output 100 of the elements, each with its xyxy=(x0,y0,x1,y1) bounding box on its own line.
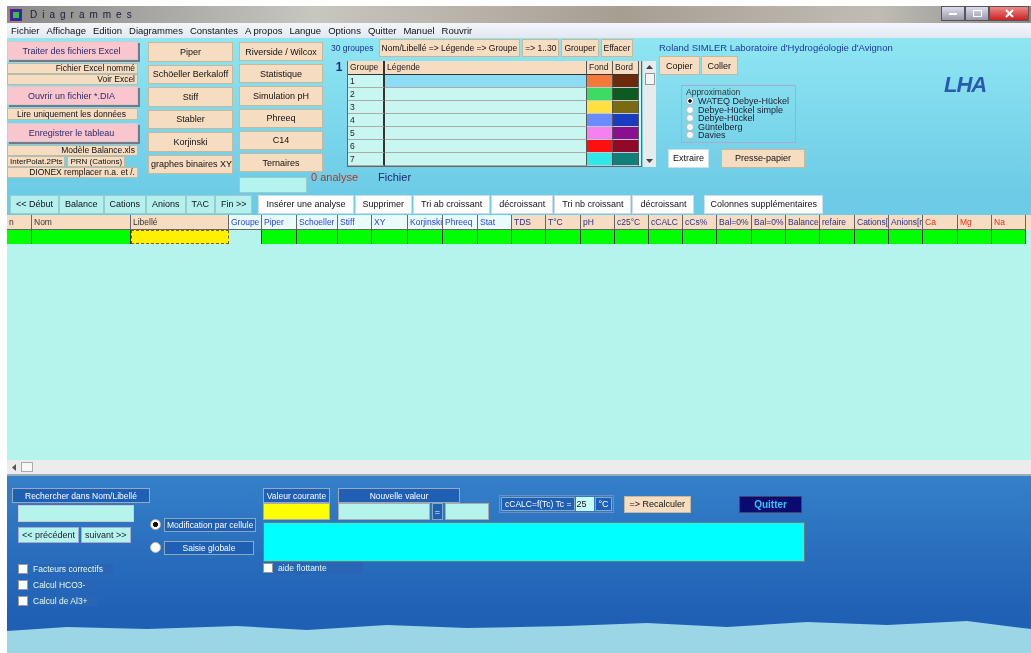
menu-item[interactable]: Quitter xyxy=(367,25,397,36)
color-swatch[interactable] xyxy=(587,114,613,127)
radio-label[interactable]: WATEQ Debye-Hückel xyxy=(698,97,790,106)
color-swatch[interactable] xyxy=(587,140,613,153)
new-value-field[interactable] xyxy=(338,503,430,520)
color-swatch[interactable] xyxy=(587,153,613,166)
table-cell[interactable] xyxy=(443,230,478,244)
diagram-button[interactable]: Stiff xyxy=(148,87,233,107)
color-swatch[interactable] xyxy=(613,127,639,140)
next-button[interactable]: suivant >> xyxy=(81,527,131,543)
file-button[interactable]: Traiter des fichiers Excel xyxy=(7,41,138,60)
color-swatch[interactable] xyxy=(587,127,613,140)
file-button[interactable]: Enregistrer le tableau xyxy=(7,123,138,142)
text-area[interactable] xyxy=(263,522,805,562)
nav-button[interactable]: Balance xyxy=(59,194,104,214)
table-cell[interactable] xyxy=(32,230,131,244)
action-button[interactable]: Supprimer xyxy=(354,194,413,214)
column-header[interactable]: Groupe xyxy=(229,215,262,230)
legend-cell[interactable] xyxy=(385,140,587,153)
table-cell[interactable] xyxy=(683,230,717,244)
recalculate-button[interactable]: => Recalculer xyxy=(623,495,692,513)
maximize-button[interactable] xyxy=(965,6,989,21)
file-button[interactable]: Fichier Excel nommé xyxy=(7,63,138,74)
tool-button[interactable]: Ternaires xyxy=(239,153,323,173)
nav-button[interactable]: Anions xyxy=(146,194,186,214)
file-button[interactable]: Lire uniquement les données xyxy=(7,108,138,120)
tool-button[interactable]: Phreeq xyxy=(239,108,323,128)
table-cell[interactable] xyxy=(958,230,992,244)
diagram-button[interactable]: graphes binaires XY xyxy=(148,154,233,174)
tool-button[interactable]: Statistique xyxy=(239,64,323,84)
close-button[interactable] xyxy=(989,6,1029,21)
table-cell[interactable] xyxy=(262,230,297,244)
color-swatch[interactable] xyxy=(613,153,639,166)
table-cell[interactable] xyxy=(408,230,443,244)
file-button[interactable]: Voir Excel xyxy=(7,74,138,85)
counter-field[interactable] xyxy=(239,177,307,193)
radio-button[interactable] xyxy=(686,131,694,140)
diagram-button[interactable]: Korjinski xyxy=(148,132,233,152)
legend-cell[interactable] xyxy=(385,114,587,127)
action-button[interactable]: Tri nb croissant xyxy=(554,194,632,214)
color-swatch[interactable] xyxy=(613,75,639,88)
group-button[interactable]: Grouper xyxy=(561,39,599,57)
color-swatch[interactable] xyxy=(587,75,613,88)
diagram-button[interactable]: Schöeller Berkaloff xyxy=(148,64,233,84)
radio-button[interactable] xyxy=(686,114,694,123)
table-cell[interactable] xyxy=(923,230,958,244)
table-cell[interactable] xyxy=(372,230,408,244)
table-cell[interactable] xyxy=(581,230,615,244)
diagram-button[interactable]: Stabler xyxy=(148,109,233,129)
checkbox[interactable] xyxy=(18,579,28,590)
column-header[interactable]: Korjinski xyxy=(408,215,443,230)
vertical-scrollbar[interactable] xyxy=(643,61,656,167)
menu-item[interactable]: Manuel xyxy=(403,25,435,36)
tool-button[interactable]: Riverside / Wilcox xyxy=(239,42,323,62)
table-cell[interactable] xyxy=(786,230,820,244)
checkbox-label[interactable]: Calcul HCO3- xyxy=(33,579,96,590)
nav-button[interactable]: Fin >> xyxy=(214,194,253,214)
table-cell[interactable] xyxy=(338,230,372,244)
radio-button[interactable] xyxy=(686,105,694,114)
table-cell[interactable] xyxy=(992,230,1026,244)
nav-button[interactable]: TAC xyxy=(185,194,215,214)
menu-item[interactable]: Constantes xyxy=(189,25,238,36)
table-cell[interactable] xyxy=(7,230,32,244)
file-button[interactable]: Modèle Balance.xls xyxy=(7,145,138,156)
checkbox[interactable] xyxy=(18,563,28,574)
legend-cell[interactable] xyxy=(385,127,587,140)
radio-label[interactable]: Modification par cellule xyxy=(164,517,257,532)
column-header[interactable]: Phreeq xyxy=(443,215,478,230)
quit-button[interactable]: Quitter xyxy=(739,495,803,513)
legend-cell[interactable] xyxy=(385,153,587,166)
color-swatch[interactable] xyxy=(613,88,639,101)
group-button[interactable]: Effacer xyxy=(600,39,634,57)
minimize-button[interactable] xyxy=(941,6,965,21)
menu-item[interactable]: Fichier xyxy=(11,25,40,36)
color-swatch[interactable] xyxy=(613,140,639,153)
tool-button[interactable]: C14 xyxy=(239,130,323,150)
clipboard-button[interactable]: Coller xyxy=(700,56,739,75)
table-cell[interactable] xyxy=(717,230,752,244)
file-button[interactable]: Ouvrir un fichier *.DIA xyxy=(7,86,138,105)
checkbox-label[interactable]: Calcul de Al3+ xyxy=(33,595,98,606)
table-cell[interactable] xyxy=(855,230,889,244)
action-button[interactable]: Tri ab croissant xyxy=(413,194,491,214)
clipboard-button[interactable]: Copier xyxy=(659,56,700,75)
tool-button[interactable]: Simulation pH xyxy=(239,86,323,106)
table-cell[interactable] xyxy=(512,230,546,244)
action-button[interactable]: décroissant xyxy=(632,194,695,214)
menu-item[interactable]: Options xyxy=(328,25,361,36)
legend-cell[interactable] xyxy=(385,88,587,101)
radio-label[interactable]: Debye-Hückel simple xyxy=(698,105,784,114)
column-header[interactable]: XY xyxy=(372,215,408,230)
menu-item[interactable]: A propos xyxy=(244,25,283,36)
checkbox[interactable] xyxy=(263,563,273,573)
radio-button[interactable] xyxy=(686,97,694,106)
search-field[interactable] xyxy=(18,505,134,522)
current-value-field[interactable] xyxy=(263,503,330,520)
new-value-field[interactable] xyxy=(445,503,489,520)
group-button[interactable]: => 1..30 xyxy=(522,39,560,57)
menu-item[interactable]: Diagrammes xyxy=(129,25,183,36)
file-button[interactable]: DIONEX remplacer n.a. et /. xyxy=(7,167,138,178)
table-cell[interactable] xyxy=(546,230,581,244)
